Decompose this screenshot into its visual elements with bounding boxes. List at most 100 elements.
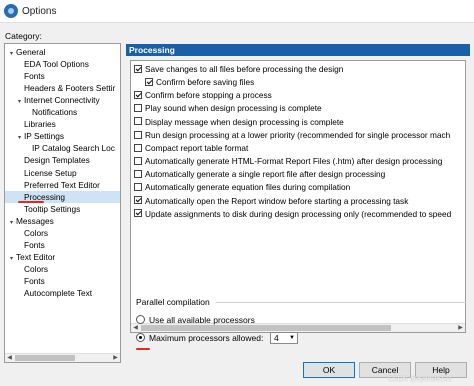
radio-selected-icon[interactable] xyxy=(136,333,145,343)
tree-item[interactable]: Design Templates xyxy=(15,154,90,166)
option-label: Compact report table format xyxy=(145,142,249,153)
option-checkbox-row[interactable]: Automatically generate a single report f… xyxy=(134,169,385,180)
tree-item[interactable]: Libraries xyxy=(15,118,56,130)
panel-title: Processing xyxy=(126,44,470,56)
checkbox-icon[interactable] xyxy=(134,143,142,152)
checkbox-icon[interactable] xyxy=(134,170,142,178)
parallel-compilation-label: Parallel compilation xyxy=(136,297,210,307)
tree-item[interactable]: ▾ Internet Connectivity xyxy=(15,94,100,106)
tree-item[interactable]: ▾ Text Editor xyxy=(7,251,55,263)
tree-item-label: Fonts xyxy=(24,239,45,250)
tree-item[interactable]: Headers & Footers Settir xyxy=(15,82,115,94)
tree-item-label: License Setup xyxy=(24,167,77,178)
category-label: Category: xyxy=(5,31,42,41)
category-tree[interactable]: Autocomplete Text Fonts Colors ▾ Text Editor… xyxy=(4,43,121,363)
option-label: Run design processing at a lower priorit… xyxy=(145,129,451,140)
max-processors-select[interactable]: 4 ▼ xyxy=(270,332,298,344)
option-checkbox-row[interactable]: Update assignments to disk during design… xyxy=(134,209,451,220)
tree-item-label: Libraries xyxy=(24,119,56,130)
chevron-down-icon: ▼ xyxy=(289,335,295,341)
option-checkbox-row[interactable]: Run design processing at a lower priorit… xyxy=(134,130,450,141)
tree-item-label: IP Settings xyxy=(24,131,64,142)
group-divider xyxy=(216,302,466,303)
tree-item[interactable]: Fonts xyxy=(15,275,45,287)
tree-item-label: Fonts xyxy=(24,71,45,82)
tree-item[interactable]: Fonts xyxy=(15,239,45,251)
options-list[interactable]: Update assignments to disk during design… xyxy=(130,60,466,333)
option-label: Automatically generate HTML-Format Repor… xyxy=(145,156,443,167)
tree-item-label: IP Catalog Search Loc xyxy=(32,143,115,154)
checkbox-checked-icon[interactable] xyxy=(134,64,142,73)
tree-item[interactable]: ▾ Messages xyxy=(7,215,54,227)
tree-item[interactable]: IP Catalog Search Loc xyxy=(23,142,115,154)
option-checkbox-row[interactable]: Confirm before stopping a process xyxy=(134,90,272,101)
option-label: Confirm before saving files xyxy=(156,77,255,88)
scroll-thumb[interactable] xyxy=(15,355,75,361)
tree-item[interactable]: Colors xyxy=(15,263,48,275)
checkbox-icon[interactable] xyxy=(134,183,142,192)
tree-item[interactable]: Fonts xyxy=(15,70,45,82)
tree-item-label: Internet Connectivity xyxy=(24,95,100,106)
tree-item-label: Notifications xyxy=(32,107,78,118)
option-label: Automatically generate equation files du… xyxy=(145,182,351,193)
use-all-processors-radio[interactable]: Use all available processors xyxy=(136,314,255,326)
option-checkbox-row[interactable]: Confirm before saving files xyxy=(145,77,254,88)
radio-icon[interactable] xyxy=(136,315,145,325)
option-checkbox-row[interactable]: Display message when design processing i… xyxy=(134,117,344,128)
checkbox-checked-icon[interactable] xyxy=(145,77,153,86)
tree-item[interactable]: Autocomplete Text xyxy=(15,287,92,299)
option-label: Automatically generate a single report f… xyxy=(145,169,386,180)
tree-item[interactable]: ▾ General xyxy=(7,46,46,58)
option-label: Update assignments to disk during design… xyxy=(145,208,452,219)
watermark: CSDN @cycmile131 xyxy=(388,376,452,383)
red-annotation-underline xyxy=(18,201,44,203)
tree-item[interactable]: Colors xyxy=(15,227,48,239)
option-checkbox-row[interactable]: Automatically open the Report window bef… xyxy=(134,196,408,207)
checkbox-icon[interactable] xyxy=(134,130,142,139)
tree-item[interactable]: Notifications xyxy=(23,106,77,118)
tree-item-label: Text Editor xyxy=(16,251,56,262)
checkbox-icon[interactable] xyxy=(134,117,142,126)
title-bar: Options xyxy=(0,0,474,23)
tree-horizontal-scrollbar[interactable]: ◀ ▶ xyxy=(5,353,120,362)
option-label: Save changes to all files before process… xyxy=(145,64,344,74)
chevron-down-icon[interactable]: ▾ xyxy=(7,217,16,229)
scroll-right-icon[interactable]: ▶ xyxy=(456,324,465,332)
chevron-down-icon[interactable]: ▾ xyxy=(15,96,24,108)
option-checkbox-row[interactable]: Compact report table format xyxy=(134,143,248,154)
tree-item-label: Colors xyxy=(24,227,48,238)
tree-item-label: Design Templates xyxy=(24,155,90,166)
app-icon xyxy=(4,4,18,18)
option-checkbox-row[interactable]: Automatically generate equation files du… xyxy=(134,182,350,193)
checkbox-icon[interactable] xyxy=(134,156,142,165)
option-label: Display message when design processing i… xyxy=(145,116,344,127)
scroll-left-icon[interactable]: ◀ xyxy=(5,354,14,362)
window-title: Options xyxy=(22,6,57,17)
option-checkbox-row[interactable]: Play sound when design processing is com… xyxy=(134,103,322,114)
checkbox-checked-icon[interactable] xyxy=(134,209,142,218)
tree-item-label: General xyxy=(16,47,46,57)
tree-item[interactable]: EDA Tool Options xyxy=(15,58,89,70)
checkbox-checked-icon[interactable] xyxy=(134,196,142,205)
chevron-down-icon[interactable]: ▾ xyxy=(15,132,24,144)
option-checkbox-row[interactable]: Automatically generate HTML-Format Repor… xyxy=(134,156,442,167)
tree-item-label: Autocomplete Text xyxy=(24,288,93,298)
ok-button[interactable]: OK xyxy=(303,362,355,378)
tree-item[interactable]: License Setup xyxy=(15,167,77,179)
max-processors-radio[interactable]: Maximum processors allowed: xyxy=(136,332,263,344)
tree-item-label: Headers & Footers Settir xyxy=(24,83,116,94)
checkbox-icon[interactable] xyxy=(134,104,142,113)
processing-panel: Processing Update assignments to disk du… xyxy=(126,44,470,358)
tree-item-label: EDA Tool Options xyxy=(24,59,89,70)
chevron-down-icon[interactable]: ▾ xyxy=(7,48,16,60)
tree-item[interactable]: ▾ IP Settings xyxy=(15,130,64,142)
tree-item[interactable]: Preferred Text Editor xyxy=(15,179,100,191)
tree-item-label: Messages xyxy=(16,215,54,226)
tree-item[interactable]: Tooltip Settings xyxy=(15,203,80,215)
scroll-right-icon[interactable]: ▶ xyxy=(111,354,120,362)
chevron-down-icon[interactable]: ▾ xyxy=(7,253,16,265)
checkbox-checked-icon[interactable] xyxy=(134,91,142,100)
option-label: Play sound when design processing is com… xyxy=(145,103,322,114)
option-checkbox-row[interactable]: Save changes to all files before process… xyxy=(134,64,343,75)
tree-item-label: Tooltip Settings xyxy=(24,203,81,214)
